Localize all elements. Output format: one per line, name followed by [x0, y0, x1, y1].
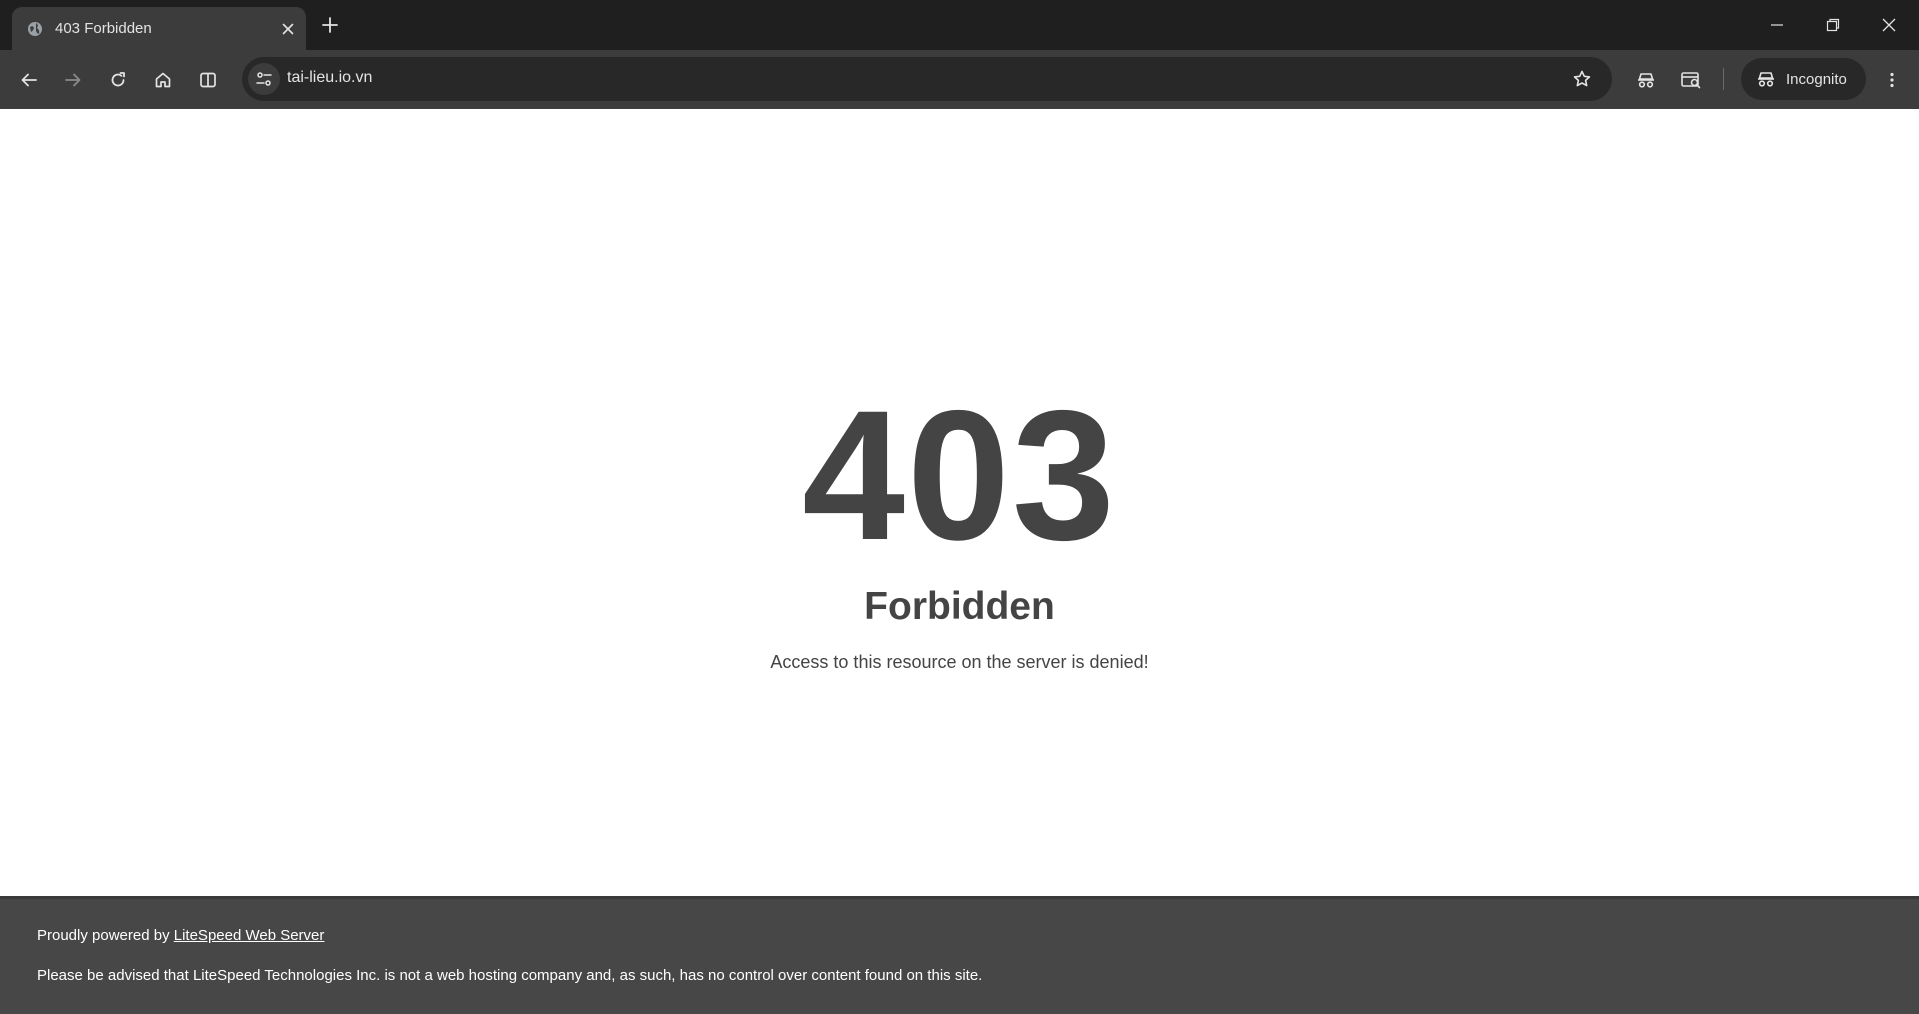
address-bar[interactable]: tai-lieu.io.vn [242, 57, 1612, 101]
restore-window-icon[interactable] [1810, 10, 1856, 40]
bookmark-star-icon[interactable] [1570, 67, 1594, 91]
split-view-icon[interactable] [193, 65, 223, 95]
tab-title: 403 Forbidden [55, 20, 152, 37]
disclaimer-text: Please be advised that LiteSpeed Technol… [37, 967, 983, 984]
more-menu-icon[interactable] [1877, 65, 1907, 95]
home-icon[interactable] [148, 65, 178, 95]
error-code: 403 [802, 373, 1117, 579]
incognito-label: Incognito [1786, 70, 1847, 88]
incognito-icon [1756, 69, 1776, 89]
tab-active[interactable]: 403 Forbidden [12, 7, 306, 50]
site-info-icon[interactable] [248, 63, 280, 95]
toolbar-divider [1723, 68, 1724, 90]
close-tab-icon[interactable] [280, 21, 296, 37]
reload-icon[interactable] [103, 65, 133, 95]
page-content: 403 Forbidden Access to this resource on… [0, 109, 1919, 896]
tab-strip: 403 Forbidden [0, 0, 1919, 50]
error-title: Forbidden [864, 585, 1055, 628]
powered-by-text: Proudly powered by LiteSpeed Web Server [37, 927, 324, 944]
new-tab-icon[interactable] [320, 15, 340, 35]
minimize-window-icon[interactable] [1754, 10, 1800, 40]
page-footer: Proudly powered by LiteSpeed Web Server … [0, 896, 1919, 1014]
incognito-extension-icon[interactable] [1631, 65, 1661, 95]
close-window-icon[interactable] [1866, 10, 1912, 40]
powered-by-prefix: Proudly powered by [37, 927, 174, 944]
browser-toolbar: tai-lieu.io.vn Incognito [0, 50, 1919, 109]
litespeed-link[interactable]: LiteSpeed Web Server [174, 927, 325, 944]
forward-arrow-icon[interactable] [58, 65, 88, 95]
tab-search-icon[interactable] [1676, 65, 1706, 95]
globe-icon [27, 21, 43, 37]
error-description: Access to this resource on the server is… [770, 652, 1149, 672]
url-text[interactable]: tai-lieu.io.vn [287, 69, 372, 87]
incognito-profile-button[interactable]: Incognito [1741, 58, 1866, 100]
back-arrow-icon[interactable] [14, 65, 44, 95]
